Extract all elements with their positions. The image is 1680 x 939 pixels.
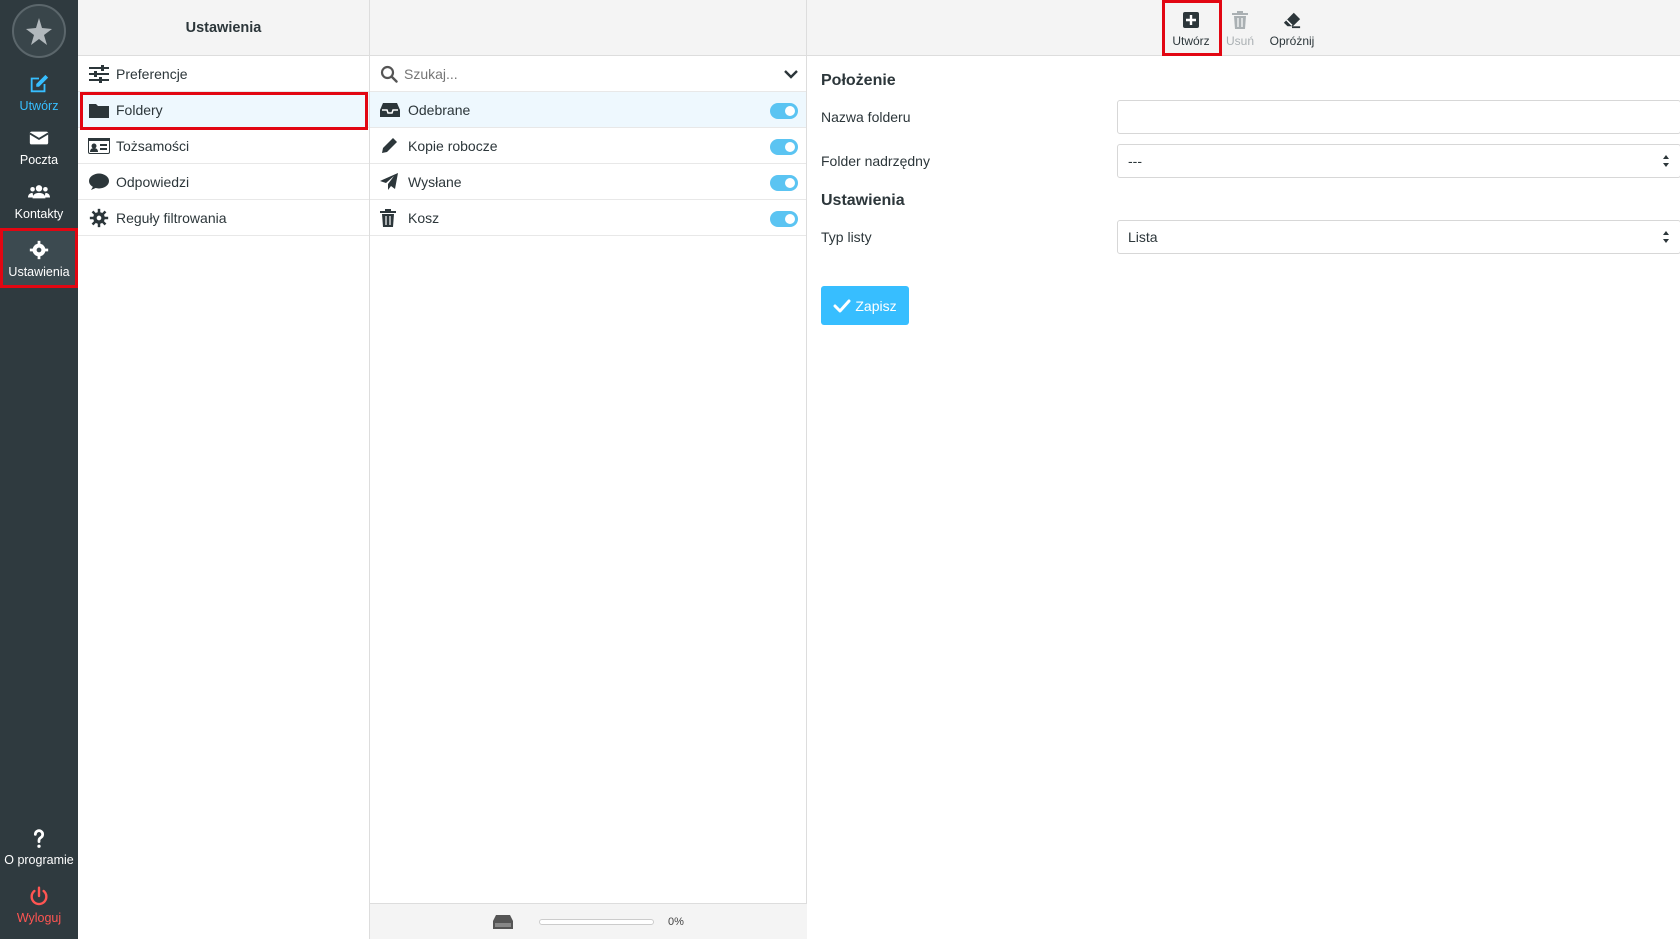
compose-label: Utwórz <box>19 98 59 113</box>
settings-item-preferences[interactable]: Preferencje <box>78 56 369 92</box>
folder-search-bar <box>370 56 806 92</box>
parent-folder-row: Folder nadrzędny --- <box>821 144 1680 188</box>
folder-name-input[interactable] <box>1117 100 1680 134</box>
plus-square-icon <box>1183 11 1199 28</box>
subscription-toggle[interactable] <box>770 103 798 119</box>
settings-item-label: Preferencje <box>116 65 188 82</box>
trash-icon <box>380 208 402 227</box>
folders-list-panel: Odebrane Kopie robocze Wysłane Kosz 0% <box>370 0 807 939</box>
check-icon <box>833 299 851 312</box>
folder-item-label: Wysłane <box>408 173 462 190</box>
users-icon <box>28 184 50 198</box>
folder-item-sent[interactable]: Wysłane <box>370 164 806 200</box>
trash-icon <box>1232 10 1248 29</box>
parent-folder-label: Folder nadrzędny <box>821 153 930 169</box>
settings-label: Ustawienia <box>8 264 70 279</box>
contacts-button[interactable]: Kontakty <box>0 172 78 230</box>
power-icon <box>30 886 48 905</box>
list-type-label: Typ listy <box>821 229 872 245</box>
quota-footer: 0% <box>370 903 807 939</box>
question-icon <box>33 828 44 848</box>
subscription-toggle[interactable] <box>770 139 798 155</box>
settings-item-identities[interactable]: Tożsamości <box>78 128 369 164</box>
settings-item-label: Reguły filtrowania <box>116 209 227 226</box>
sliders-icon <box>88 63 110 85</box>
app-window: Utwórz Poczta Kontakty Ustawienia O prog… <box>0 0 1680 939</box>
edit-icon <box>30 74 49 92</box>
list-type-row: Typ listy Lista <box>821 220 1680 264</box>
settings-panel-header: Ustawienia <box>78 0 369 56</box>
quota-text: 0% <box>668 915 684 928</box>
save-label: Zapisz <box>855 297 897 314</box>
settings-item-responses[interactable]: Odpowiedzi <box>78 164 369 200</box>
list-type-value: Lista <box>1128 229 1158 245</box>
folder-toolbar: Utwórz Usuń Opróżnij <box>807 0 1680 56</box>
subscription-toggle[interactable] <box>770 175 798 191</box>
storage-icon <box>493 914 514 929</box>
settings-item-label: Odpowiedzi <box>116 173 190 190</box>
pencil-icon <box>380 137 402 155</box>
folder-name-row: Nazwa folderu <box>821 100 1680 144</box>
settings-item-filters[interactable]: Reguły filtrowania <box>78 200 369 236</box>
folder-properties-pane: Utwórz Usuń Opróżnij Położenie Nazwa fol… <box>807 0 1680 939</box>
search-icon <box>380 65 398 83</box>
quota-bar <box>539 918 655 925</box>
settings-button[interactable]: Ustawienia <box>0 230 78 288</box>
about-label: O programie <box>4 852 74 867</box>
compose-button[interactable]: Utwórz <box>0 64 78 122</box>
subscription-toggle[interactable] <box>770 211 798 227</box>
logout-label: Wyloguj <box>16 910 62 925</box>
list-type-select[interactable]: Lista <box>1117 220 1680 254</box>
folder-form: Położenie Nazwa folderu Folder nadrzędny… <box>807 56 1680 341</box>
folder-item-inbox[interactable]: Odebrane <box>370 92 806 128</box>
university-logo <box>12 4 66 58</box>
parent-folder-value: --- <box>1128 153 1142 169</box>
mail-button[interactable]: Poczta <box>0 118 78 176</box>
folder-item-drafts[interactable]: Kopie robocze <box>370 128 806 164</box>
empty-folder-label: Opróżnij <box>1269 33 1315 48</box>
inbox-icon <box>380 102 402 118</box>
settings-item-label: Foldery <box>116 101 163 118</box>
folder-search-input[interactable] <box>404 65 784 82</box>
create-folder-label: Utwórz <box>1172 33 1210 48</box>
comment-icon <box>88 171 110 193</box>
delete-folder-button[interactable]: Usuń <box>1214 6 1266 52</box>
contacts-label: Kontakty <box>14 206 64 221</box>
create-folder-button[interactable]: Utwórz <box>1165 6 1217 52</box>
empty-folder-button[interactable]: Opróżnij <box>1266 6 1318 52</box>
envelope-icon <box>29 131 49 144</box>
about-button[interactable]: O programie <box>0 818 78 876</box>
folder-item-label: Kosz <box>408 209 440 226</box>
select-arrows-icon <box>1663 155 1669 167</box>
folder-item-label: Kopie robocze <box>408 137 498 154</box>
gear-icon <box>88 207 110 229</box>
settings-sections-panel: Ustawienia Preferencje Foldery Tożsamośc… <box>78 0 370 939</box>
folder-name-label: Nazwa folderu <box>821 109 911 125</box>
settings-panel-title: Ustawienia <box>185 19 262 36</box>
folder-item-trash[interactable]: Kosz <box>370 200 806 236</box>
mail-label: Poczta <box>19 152 59 167</box>
folder-icon <box>88 99 110 121</box>
save-button[interactable]: Zapisz <box>821 286 909 325</box>
section-location-heading: Położenie <box>821 72 896 89</box>
eraser-icon <box>1283 12 1301 28</box>
settings-item-label: Tożsamości <box>116 137 190 154</box>
main-navigation: Utwórz Poczta Kontakty Ustawienia O prog… <box>0 0 78 939</box>
id-card-icon <box>88 135 110 157</box>
settings-item-folders[interactable]: Foldery <box>78 92 369 128</box>
delete-folder-label: Usuń <box>1225 33 1254 48</box>
section-settings-heading: Ustawienia <box>821 192 905 209</box>
logout-button[interactable]: Wyloguj <box>0 876 78 934</box>
folders-panel-header <box>370 0 806 56</box>
paper-plane-icon <box>380 172 402 191</box>
gear-icon <box>29 240 49 259</box>
folder-item-label: Odebrane <box>408 101 471 118</box>
chevron-down-icon[interactable] <box>784 69 798 79</box>
select-arrows-icon <box>1663 231 1669 243</box>
parent-folder-select[interactable]: --- <box>1117 144 1680 178</box>
